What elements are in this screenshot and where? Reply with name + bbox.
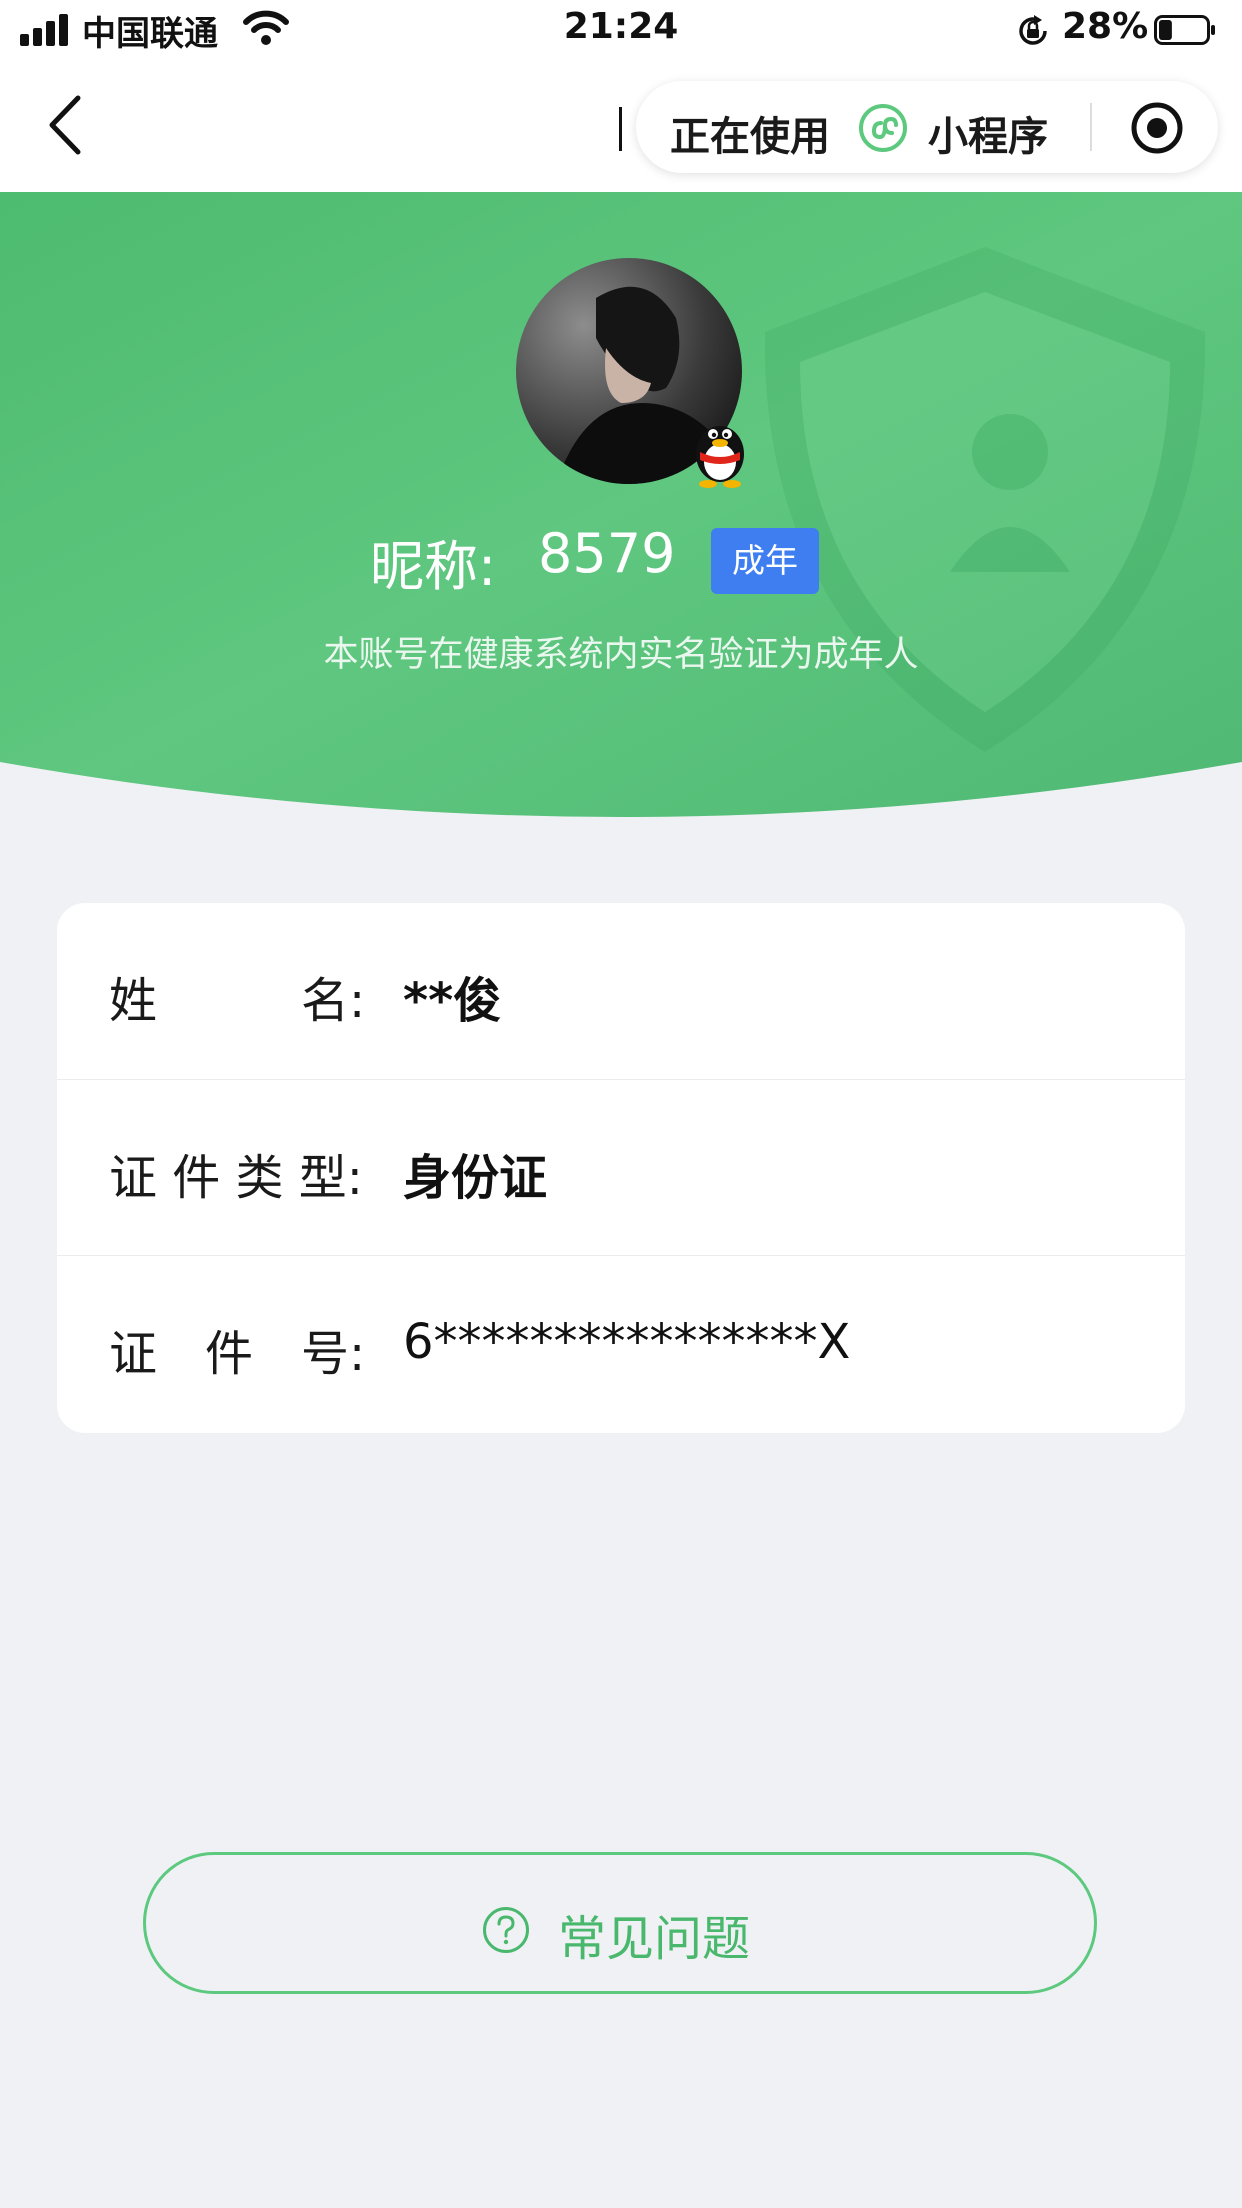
nickname-value: 8579 bbox=[538, 522, 676, 585]
id-number-value: 6****************X bbox=[403, 1314, 851, 1370]
nickname-label: 昵称: bbox=[370, 535, 497, 598]
capsule-divider bbox=[1090, 103, 1092, 151]
identity-info-card: 姓 名: **俊 证 件 类 型: 身份证 证 件 号: 6**********… bbox=[57, 903, 1185, 1433]
profile-header: 昵称: 8579 成年 本账号在健康系统内实名验证为成年人 bbox=[0, 192, 1242, 832]
battery-percent: 28% bbox=[1062, 6, 1149, 47]
qq-penguin-icon bbox=[696, 426, 744, 488]
status-time: 21:24 bbox=[563, 6, 679, 47]
capsule-mini-label: 小程序 bbox=[928, 114, 1048, 160]
record-icon[interactable] bbox=[1130, 101, 1184, 155]
info-row-id-type: 证 件 类 型: 身份证 bbox=[57, 1079, 1185, 1256]
nickname-row: 昵称: 8579 成年 bbox=[0, 510, 1242, 600]
mini-program-icon bbox=[859, 104, 907, 152]
name-label: 姓 名: bbox=[109, 973, 366, 1029]
id-type-label: 证 件 类 型: bbox=[109, 1150, 363, 1206]
faq-label: 常见问题 bbox=[558, 1911, 751, 1967]
avatar bbox=[516, 258, 744, 488]
name-value: **俊 bbox=[403, 973, 502, 1029]
back-button[interactable] bbox=[44, 92, 94, 158]
text-cursor bbox=[619, 107, 622, 151]
rotation-lock-icon bbox=[1019, 15, 1047, 45]
id-number-label: 证 件 号: bbox=[109, 1326, 366, 1382]
id-type-value: 身份证 bbox=[403, 1150, 548, 1206]
adult-badge: 成年 bbox=[711, 528, 819, 594]
nav-bar: 正在使用 小程序 bbox=[0, 62, 1242, 192]
info-row-name: 姓 名: **俊 bbox=[57, 903, 1185, 1079]
status-bar: 中国联通 21:24 28% bbox=[0, 0, 1242, 62]
faq-button[interactable]: 常见问题 bbox=[143, 1852, 1097, 1994]
capsule-using-label: 正在使用 bbox=[670, 114, 830, 160]
battery-icon bbox=[1154, 15, 1215, 45]
info-row-id-number: 证 件 号: 6****************X bbox=[57, 1255, 1185, 1432]
mini-program-capsule[interactable]: 正在使用 小程序 bbox=[636, 81, 1218, 173]
question-icon bbox=[483, 1907, 529, 1953]
verification-note: 本账号在健康系统内实名验证为成年人 bbox=[323, 635, 919, 675]
